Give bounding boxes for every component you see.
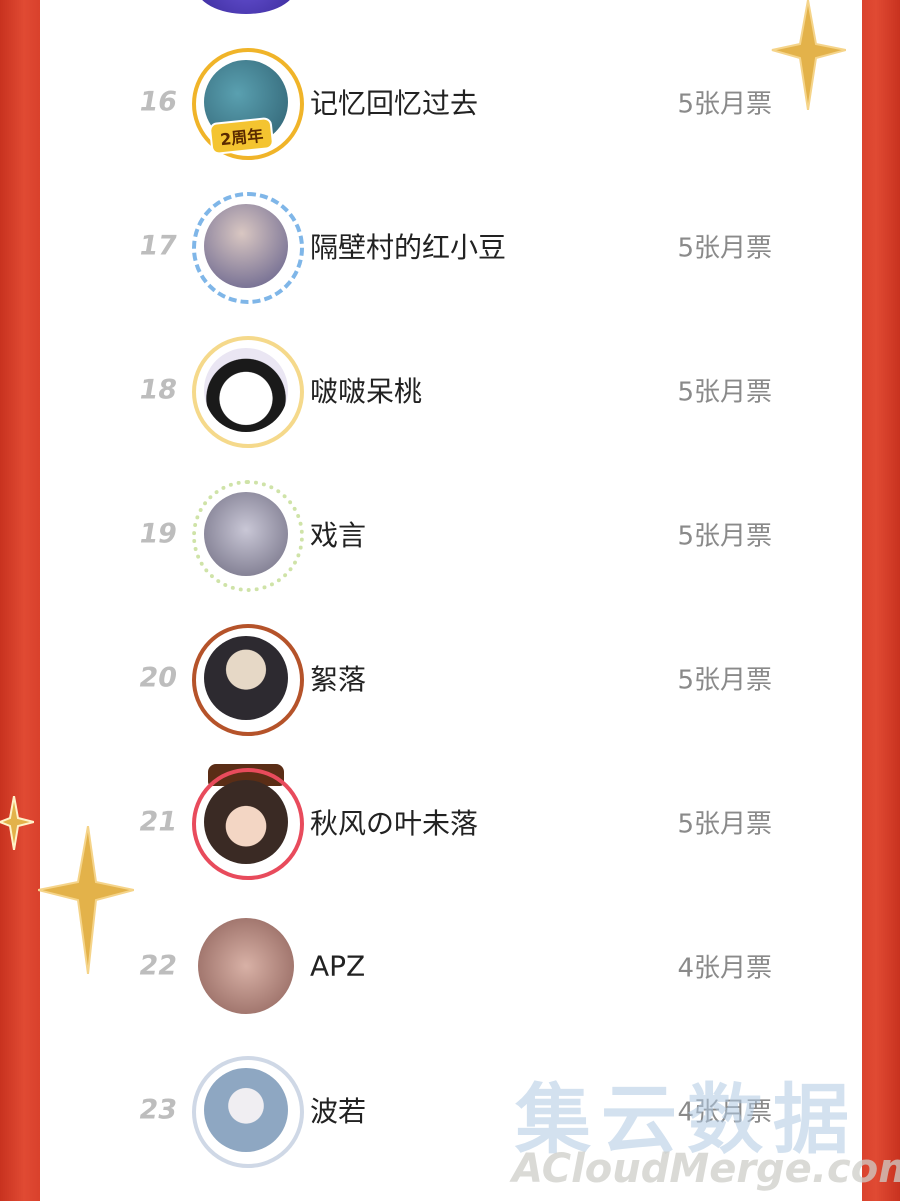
ranking-row[interactable]: 19 戏言 5张月票 [40,462,862,606]
avatar[interactable] [190,622,304,736]
vote-count: 5张月票 [677,233,772,264]
vote-count: 5张月票 [677,665,772,696]
ranking-row[interactable]: 22 APZ 4张月票 [40,894,862,1038]
gold-sparkle-icon [771,0,846,110]
ranking-row[interactable]: 20 絮落 5张月票 [40,606,862,750]
rank-number: 22 [136,950,180,982]
user-name[interactable]: 隔壁村的红小豆 [310,226,506,266]
gold-sparkle-icon [38,826,134,974]
avatar[interactable] [190,910,302,1022]
rank-number: 16 [136,86,180,118]
user-name[interactable]: 啵啵呆桃 [310,370,422,410]
avatar[interactable] [190,478,304,592]
avatar-image [204,1068,288,1152]
avatar-image [198,918,294,1014]
avatar[interactable]: 2周年 [190,46,304,160]
rank-number: 20 [136,662,180,694]
red-border-right [860,0,900,1201]
user-name[interactable]: 絮落 [310,658,366,698]
ranking-row[interactable]: 18 啵啵呆桃 5张月票 [40,318,862,462]
anniversary-badge: 2周年 [208,116,275,156]
user-name[interactable]: 记忆回忆过去 [310,82,478,122]
avatar-image [204,492,288,576]
vote-count: 5张月票 [677,521,772,552]
red-border-left [0,0,40,1201]
avatar[interactable] [190,764,304,880]
vote-count: 5张月票 [677,89,772,120]
user-name[interactable]: 戏言 [310,514,366,554]
rank-number: 18 [136,374,180,406]
avatar-image [204,204,288,288]
user-name[interactable]: 波若 [310,1090,366,1130]
ranking-row[interactable]: 17 隔壁村的红小豆 5张月票 [40,174,862,318]
ranking-row[interactable]: 16 2周年 记忆回忆过去 5张月票 [40,30,862,174]
avatar-image [204,636,288,720]
user-name[interactable]: 秋风の叶未落 [310,802,478,842]
vote-count: 5张月票 [677,809,772,840]
watermark-english: ACloudMerge.com [512,1146,900,1192]
vote-count: 5张月票 [677,377,772,408]
avatar[interactable] [190,190,304,304]
gold-sparkle-small-icon [0,796,34,850]
avatar-image [204,348,288,432]
user-name[interactable]: APZ [310,950,365,983]
rank-number: 21 [136,806,180,838]
avatar-image [204,780,288,864]
ranking-row[interactable]: 21 秋风の叶未落 5张月票 [40,750,862,894]
rank-number: 19 [136,518,180,550]
vote-count: 4张月票 [677,953,772,984]
avatar[interactable] [190,1054,304,1168]
avatar[interactable] [190,334,304,448]
rank-number: 23 [136,1094,180,1126]
rank-number: 17 [136,230,180,262]
